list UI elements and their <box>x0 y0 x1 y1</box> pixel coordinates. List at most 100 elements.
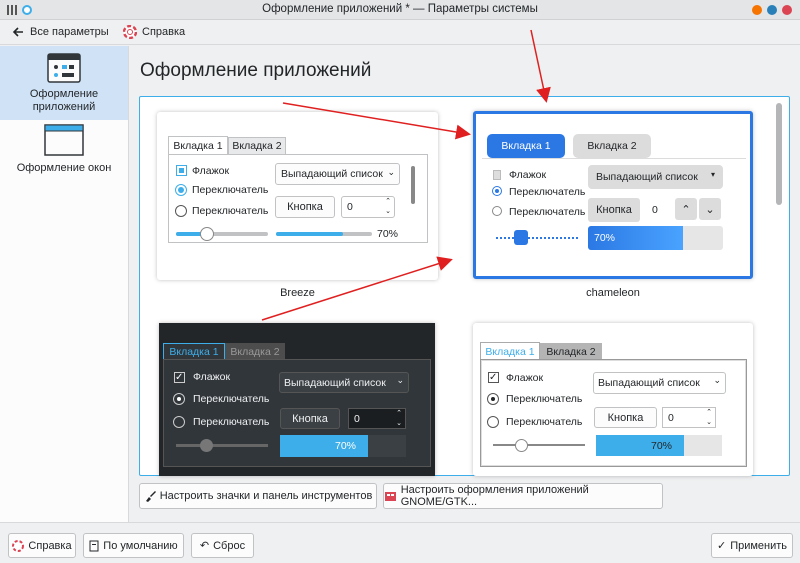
grid-scrollbar[interactable] <box>776 103 782 205</box>
spin-value: 0 <box>347 201 353 213</box>
tab-1: Вкладка 1 <box>480 342 540 360</box>
spin-value: 0 <box>354 413 360 425</box>
radio-unchecked <box>175 205 187 217</box>
arrow-left-icon <box>12 27 23 37</box>
push-button: Кнопка <box>280 408 340 429</box>
footer: Справка По умолчанию ↶ Сброс ✓ Применить <box>0 522 800 563</box>
sidebar: Оформление приложений Оформление окон <box>0 46 129 522</box>
radio-label: Переключатель <box>509 206 586 218</box>
tab-2: Вкладка 2 <box>540 343 602 360</box>
preview-dark[interactable]: Вкладка 1 Вкладка 2 ✓ Флажок Переключате… <box>159 323 435 476</box>
checkbox-label: Флажок <box>193 371 231 383</box>
app-style-icon <box>47 53 81 83</box>
progress-bar: 70% <box>280 435 406 457</box>
spin-value: 0 <box>668 412 674 424</box>
scrollbar-handle <box>411 166 415 204</box>
spin-value: 0 <box>652 204 658 216</box>
spin-up-icon: ⌃ <box>675 198 697 220</box>
combo-box: Выпадающий список ⌄ <box>279 372 409 393</box>
sidebar-item-label: Оформление приложений <box>29 88 99 113</box>
slider-track <box>496 237 578 239</box>
radio-label: Переключатель <box>192 184 269 196</box>
maximize-button[interactable] <box>767 5 777 15</box>
footer-help-button[interactable]: Справка <box>8 533 76 558</box>
sidebar-item-app-style[interactable]: Оформление приложений <box>0 46 128 120</box>
spin-arrows-icon: ⌃ ⌄ <box>396 410 402 427</box>
progress-bar: 70% <box>588 226 723 250</box>
checkmark-icon: ✓ <box>716 540 727 552</box>
radio-unchecked <box>487 416 499 428</box>
preview-label: Breeze <box>280 287 315 299</box>
slider-handle <box>200 227 214 241</box>
checkbox <box>176 165 187 176</box>
document-icon <box>89 540 99 551</box>
gtk-icon <box>385 492 396 501</box>
combo-box: Выпадающий список ⌄ <box>593 372 726 394</box>
progress-text: 70% <box>651 440 673 452</box>
radio-checked <box>175 184 187 196</box>
slider-handle <box>200 439 213 452</box>
radio-label: Переключатель <box>509 186 586 198</box>
radio-label: Переключатель <box>192 205 269 217</box>
progress-text: 70% <box>377 228 399 240</box>
back-label: Все параметры <box>30 26 109 38</box>
preview-chameleon[interactable]: Вкладка 1 Вкладка 2 Флажок Переключатель… <box>473 111 753 279</box>
configure-icons-label: Настроить значки и панель инструментов <box>159 490 373 502</box>
sidebar-item-window-decorations[interactable]: Оформление окон <box>0 122 128 182</box>
configure-gtk-label: Настроить оформления приложений GNOME/GT… <box>400 484 589 508</box>
chevron-down-icon: ⌄ <box>396 375 404 385</box>
preview-breeze[interactable]: Вкладка 1 Вкладка 2 Флажок Переключатель… <box>157 112 438 280</box>
progress-text: 70% <box>594 232 616 244</box>
undo-icon: ↶ <box>199 540 210 552</box>
spin-arrows-icon: ⌃ ⌄ <box>385 198 391 215</box>
brush-icon <box>145 491 156 502</box>
sidebar-item-label: Оформление окон <box>16 162 112 174</box>
help-lifebuoy-icon <box>12 539 25 552</box>
page-title: Оформление приложений <box>140 60 372 81</box>
close-button[interactable] <box>782 5 792 15</box>
tab-2: Вкладка 2 <box>228 137 286 155</box>
help-label: Справка <box>142 26 186 38</box>
title-bar: Оформление приложений * — Параметры сист… <box>0 0 800 20</box>
defaults-label: По умолчанию <box>103 539 178 552</box>
checkbox-label: Флажок <box>506 372 544 384</box>
tab-panel <box>482 158 746 159</box>
reset-button[interactable]: ↶ Сброс <box>191 533 254 558</box>
help-lifebuoy-icon <box>123 25 137 39</box>
spin-arrows-icon: ⌃ ⌄ <box>706 409 712 426</box>
apply-button[interactable]: ✓ Применить <box>711 533 793 558</box>
help-button[interactable]: Справка <box>123 25 185 39</box>
combo-box: Выпадающий список ▾ <box>588 165 723 189</box>
progress-text: 70% <box>335 440 357 452</box>
radio-label: Переключатель <box>193 416 270 428</box>
checkbox-label: Флажок <box>509 169 547 181</box>
progress-bar: 70% <box>596 435 722 456</box>
tab-1: Вкладка 1 <box>487 134 565 158</box>
checkbox: ✓ <box>174 372 185 383</box>
tab-1: Вкладка 1 <box>168 136 228 155</box>
chevron-down-icon: ⌄ <box>387 167 395 177</box>
slider-track <box>493 444 585 446</box>
window-decorations-icon <box>44 124 84 156</box>
slider-track <box>176 444 268 447</box>
toolbar: Все параметры Справка <box>0 21 800 45</box>
back-button[interactable]: Все параметры <box>12 26 109 38</box>
radio-label: Переключатель <box>193 393 270 405</box>
progress-bar <box>276 232 372 236</box>
configure-gtk-button[interactable]: Настроить оформления приложений GNOME/GT… <box>383 483 663 509</box>
tab-2: Вкладка 2 <box>573 134 651 158</box>
slider-handle <box>514 230 528 245</box>
configure-icons-button[interactable]: Настроить значки и панель инструментов <box>139 483 377 509</box>
combo-box: Выпадающий список ⌄ <box>275 163 400 185</box>
defaults-button[interactable]: По умолчанию <box>83 533 184 558</box>
preview-light[interactable]: Вкладка 1 Вкладка 2 ✓ Флажок Переключате… <box>473 323 753 476</box>
file-icon <box>493 170 501 180</box>
radio-label: Переключатель <box>506 416 583 428</box>
reset-label: Сброс <box>213 539 246 552</box>
tab-1: Вкладка 1 <box>163 343 225 360</box>
radio-label: Переключатель <box>506 393 583 405</box>
spin-box: 0 ⌃ ⌄ <box>348 408 406 429</box>
apply-label: Применить <box>730 539 788 552</box>
footer-help-label: Справка <box>28 539 72 552</box>
minimize-button[interactable] <box>752 5 762 15</box>
